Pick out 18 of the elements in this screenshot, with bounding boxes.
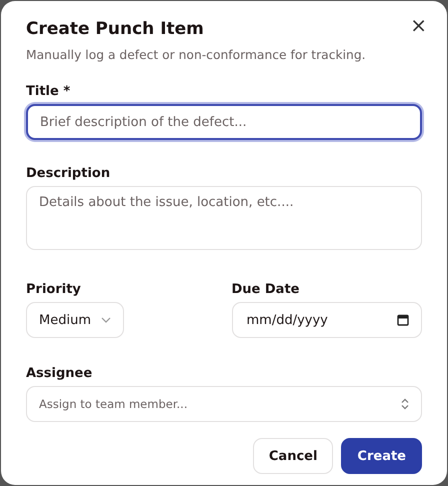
field-label: Priority (26, 282, 82, 297)
close-button[interactable]: × (406, 11, 431, 39)
priority-select[interactable]: Medium (26, 302, 124, 338)
due-date-field[interactable]: mm/dd/yyyy (232, 302, 422, 338)
field-label: Title * (26, 84, 72, 99)
create-button[interactable]: Create (341, 438, 422, 474)
assignee-select[interactable]: Assign to team member... (26, 386, 422, 422)
up-down-chevron-icon (401, 398, 409, 410)
field-label: Description (26, 166, 112, 181)
description-field[interactable]: Details about the issue, location, etc.... (26, 186, 422, 250)
calendar-icon (397, 314, 409, 326)
field-label: Due Date (232, 282, 300, 297)
cancel-button[interactable]: Cancel (252, 438, 334, 474)
dialog-title: Create Punch Item (26, 19, 204, 39)
field-label: Assignee (26, 366, 94, 381)
title-field[interactable]: Brief description of the defect... (26, 104, 422, 140)
chevron-down-icon (100, 317, 111, 323)
dialog-subtitle: Manually log a defect or non-conformance for tracking. (26, 48, 367, 62)
